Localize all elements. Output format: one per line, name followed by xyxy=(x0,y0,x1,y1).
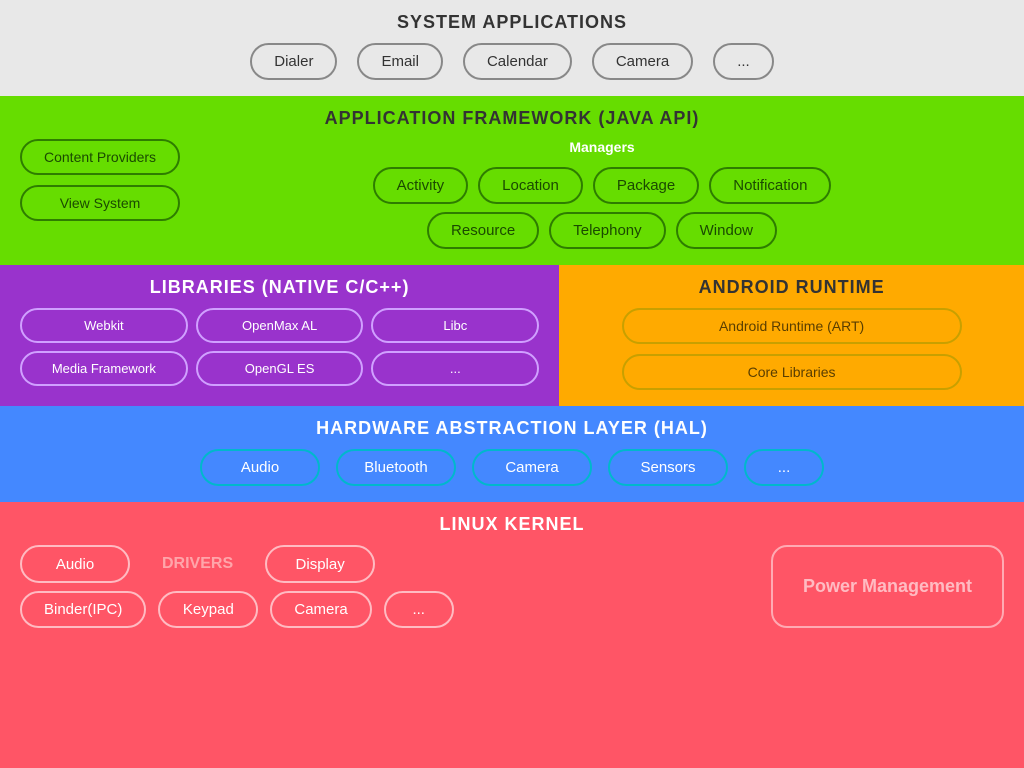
drivers-label: DRIVERS xyxy=(142,545,253,583)
hal-row: Audio Bluetooth Camera Sensors ... xyxy=(20,449,1004,486)
list-item: Location xyxy=(478,167,583,204)
list-item: Webkit xyxy=(20,308,188,343)
list-item: OpenGL ES xyxy=(196,351,364,386)
system-apps-section: SYSTEM APPLICATIONS Dialer Email Calenda… xyxy=(0,0,1024,96)
list-item: OpenMax AL xyxy=(196,308,364,343)
linux-kernel-title: LINUX KERNEL xyxy=(20,514,1004,535)
list-item: View System xyxy=(20,185,180,221)
list-item: Sensors xyxy=(608,449,728,486)
managers-row1: Activity Location Package Notification xyxy=(200,167,1004,204)
power-management-box: Power Management xyxy=(771,545,1004,628)
kernel-left: Audio DRIVERS Display Binder(IPC) Keypad… xyxy=(20,545,751,628)
list-item: Audio xyxy=(20,545,130,583)
list-item: Bluetooth xyxy=(336,449,456,486)
list-item: ... xyxy=(744,449,824,486)
managers-label: Managers xyxy=(200,139,1004,155)
list-item: ... xyxy=(371,351,539,386)
list-item: Camera xyxy=(270,591,371,628)
hal-title: HARDWARE ABSTRACTION LAYER (HAL) xyxy=(20,418,1004,439)
kernel-row1: Audio DRIVERS Display xyxy=(20,545,751,583)
libs-grid: Webkit OpenMax AL Libc Media Framework O… xyxy=(20,308,539,386)
list-item: Core Libraries xyxy=(622,354,962,390)
list-item: Resource xyxy=(427,212,539,249)
power-management-label: Power Management xyxy=(803,576,972,597)
list-item: Media Framework xyxy=(20,351,188,386)
list-item: Activity xyxy=(373,167,469,204)
libraries-section: LIBRARIES (NATIVE C/C++) Webkit OpenMax … xyxy=(0,265,559,406)
list-item: Binder(IPC) xyxy=(20,591,146,628)
list-item: Content Providers xyxy=(20,139,180,175)
list-item: Keypad xyxy=(158,591,258,628)
hal-section: HARDWARE ABSTRACTION LAYER (HAL) Audio B… xyxy=(0,406,1024,502)
list-item: Camera xyxy=(472,449,592,486)
libraries-title: LIBRARIES (NATIVE C/C++) xyxy=(20,277,539,298)
app-framework-title: APPLICATION FRAMEWORK (JAVA API) xyxy=(20,108,1004,129)
list-item: Package xyxy=(593,167,699,204)
list-item: Libc xyxy=(371,308,539,343)
list-item: Android Runtime (ART) xyxy=(622,308,962,344)
middle-section: LIBRARIES (NATIVE C/C++) Webkit OpenMax … xyxy=(0,265,1024,406)
system-apps-title: SYSTEM APPLICATIONS xyxy=(20,12,1004,33)
diagram: SYSTEM APPLICATIONS Dialer Email Calenda… xyxy=(0,0,1024,768)
framework-right: Managers Activity Location Package Notif… xyxy=(200,139,1004,249)
framework-left: Content Providers View System xyxy=(20,139,180,221)
list-item: Notification xyxy=(709,167,831,204)
android-runtime-section: ANDROID RUNTIME Android Runtime (ART) Co… xyxy=(559,265,1024,406)
list-item: ... xyxy=(713,43,774,80)
runtime-items: Android Runtime (ART) Core Libraries xyxy=(579,308,1004,390)
list-item: Email xyxy=(357,43,443,80)
list-item: Calendar xyxy=(463,43,572,80)
linux-kernel-section: LINUX KERNEL Audio DRIVERS Display Binde… xyxy=(0,502,1024,768)
list-item: Window xyxy=(676,212,777,249)
kernel-content: Audio DRIVERS Display Binder(IPC) Keypad… xyxy=(20,545,1004,628)
managers-row2: Resource Telephony Window xyxy=(200,212,1004,249)
list-item: Camera xyxy=(592,43,693,80)
app-framework-section: APPLICATION FRAMEWORK (JAVA API) Content… xyxy=(0,96,1024,265)
list-item: Audio xyxy=(200,449,320,486)
list-item: Display xyxy=(265,545,375,583)
list-item: ... xyxy=(384,591,454,628)
android-runtime-title: ANDROID RUNTIME xyxy=(579,277,1004,298)
list-item: Telephony xyxy=(549,212,665,249)
framework-content: Content Providers View System Managers A… xyxy=(20,139,1004,249)
kernel-row2: Binder(IPC) Keypad Camera ... xyxy=(20,591,751,628)
list-item: Dialer xyxy=(250,43,337,80)
system-apps-row: Dialer Email Calendar Camera ... xyxy=(20,43,1004,80)
